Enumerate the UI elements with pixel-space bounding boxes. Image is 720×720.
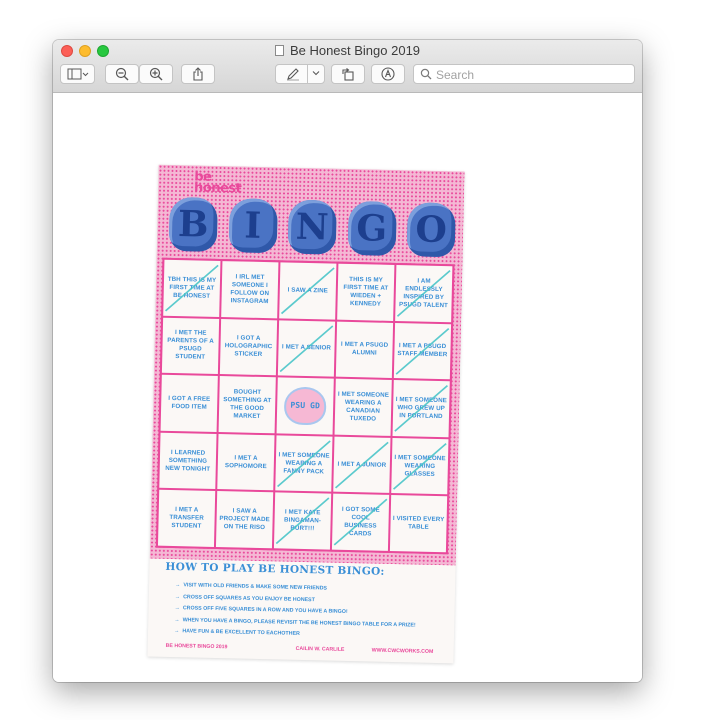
bingo-letter-n: N	[287, 199, 337, 255]
zoom-out-icon	[115, 67, 129, 81]
bingo-square: I SAW A PROJECT MADE ON THE RISO	[215, 491, 274, 549]
sidebar-icon	[67, 68, 88, 80]
bingo-square: THIS IS MY FIRST TIME AT WIEDEN + KENNED…	[337, 263, 395, 321]
free-square-label: PSU GD	[290, 401, 321, 411]
bingo-square-text: I LEARNED SOMETHING NEW TONIGHT	[165, 448, 211, 473]
rule-text: CROSS OFF FIVE SQUARES IN A ROW AND YOU …	[182, 605, 348, 615]
footer-website: WWW.CWCWORKS.COM	[371, 647, 434, 655]
window-title: Be Honest Bingo 2019	[53, 43, 642, 58]
bingo-square-text: I MET SOMEONE WEARING GLASSES	[394, 453, 446, 478]
zoom-in-button[interactable]	[139, 64, 173, 84]
chevron-down-icon	[312, 71, 320, 76]
bingo-square-text: I AM ENDLESSLY INSPIRED BY PSUGD TALENT	[398, 277, 449, 309]
share-button[interactable]	[181, 64, 215, 84]
markup-pen-button[interactable]	[275, 64, 325, 84]
bingo-square: BOUGHT SOMETHING AT THE GOOD MARKET	[218, 376, 276, 434]
search-icon	[420, 68, 432, 80]
document-view: be honest B I N G O TBH THIS IS MY FIRST…	[53, 93, 642, 682]
footer-event: BE HONEST BINGO 2019	[165, 642, 228, 651]
title-bar: Be Honest Bingo 2019	[53, 40, 642, 93]
markup-toolbar-button[interactable]	[371, 64, 405, 84]
bingo-square: I MET A JUNIOR	[333, 436, 391, 494]
bingo-square: I MET SOMEONE WHO GREW UP IN PORTLAND	[392, 380, 450, 438]
bingo-square-text: I MET SOMEONE WHO GREW UP IN PORTLAND	[395, 396, 447, 421]
bingo-square: I AM ENDLESSLY INSPIRED BY PSUGD TALENT	[395, 265, 453, 322]
sidebar-button[interactable]	[60, 64, 95, 84]
bingo-square-text: I GOT SOME COOL BUSINESS CARDS	[341, 506, 380, 538]
bingo-square-text: I MET A TRANSFER STUDENT	[169, 506, 204, 530]
bingo-square: TBH THIS IS MY FIRST TIME AT BE HONEST	[163, 259, 221, 317]
arrow-right-icon: →	[174, 605, 180, 612]
bingo-square-text: I SAW A PROJECT MADE ON THE RISO	[219, 507, 270, 532]
bingo-square-text: I MET A SENIOR	[281, 343, 332, 352]
document-icon	[274, 45, 284, 56]
bingo-square: I MET A SENIOR	[277, 319, 336, 377]
heart-icon: PSU GD	[283, 386, 327, 426]
bingo-square-text: TBH THIS IS MY FIRST TIME AT BE HONEST	[167, 275, 217, 300]
bingo-square: I MET A SOPHOMORE	[217, 433, 275, 491]
arrow-right-icon: →	[174, 616, 180, 623]
bingo-letter-o: O	[406, 202, 456, 258]
rotate-icon	[342, 68, 354, 81]
bingo-square-text: I MET KATE BINGAMAN-BURT!!!	[284, 508, 322, 533]
bingo-square: I VISITED EVERY TABLE	[389, 495, 448, 553]
bingo-letter-i: I	[228, 198, 278, 254]
bingo-free-square: PSU GD	[276, 377, 334, 435]
bingo-square: I GOT SOME COOL BUSINESS CARDS	[331, 494, 390, 551]
bingo-square: I SAW A ZINE	[279, 262, 337, 320]
bingo-letter-b: B	[168, 196, 218, 252]
pen-icon	[287, 68, 299, 81]
bingo-square: I MET SOMEONE WEARING A CANADIAN TUXEDO	[334, 378, 392, 436]
bingo-square: I GOT A FREE FOOD ITEM	[160, 374, 218, 432]
bingo-square-text: I IRL MET SOMEONE I FOLLOW ON INSTAGRAM	[230, 273, 270, 305]
zoom-in-icon	[149, 67, 163, 81]
search-field[interactable]	[413, 64, 635, 84]
bingo-square: I MET A PSUGD STAFF MEMBER	[393, 322, 452, 380]
share-icon	[193, 67, 203, 81]
bingo-square-text: BOUGHT SOMETHING AT THE GOOD MARKET	[223, 388, 272, 420]
bingo-square-text: I SAW A ZINE	[287, 286, 329, 295]
bingo-grid: TBH THIS IS MY FIRST TIME AT BE HONEST I …	[155, 257, 455, 555]
bingo-square: I MET SOMEONE WEARING GLASSES	[391, 437, 449, 495]
bingo-square: I MET THE PARENTS OF A PSUGD STUDENT	[161, 317, 220, 375]
bingo-card: be honest B I N G O TBH THIS IS MY FIRST…	[147, 164, 465, 664]
rotate-button[interactable]	[331, 64, 365, 84]
rule-text: HAVE FUN & BE EXCELLENT TO EACHOTHER	[182, 628, 300, 637]
bingo-square-text: I MET THE PARENTS OF A PSUGD STUDENT	[167, 329, 214, 362]
rules-list: → VISIT WITH OLD FRIENDS & MAKE SOME NEW …	[174, 580, 445, 644]
bingo-square-text: I MET SOMEONE WEARING A FANNY PACK	[278, 450, 330, 476]
bingo-card-header: be honest B I N G O TBH THIS IS MY FIRST…	[149, 164, 465, 566]
bingo-square-text: THIS IS MY FIRST TIME AT WIEDEN + KENNED…	[343, 275, 389, 308]
window-title-text: Be Honest Bingo 2019	[289, 43, 421, 58]
bingo-square-text: I MET A PSUGD STAFF MEMBER	[397, 342, 448, 359]
bingo-square-text: I MET A JUNIOR	[337, 460, 387, 469]
bingo-square: I MET KATE BINGAMAN-BURT!!!	[273, 492, 332, 550]
bingo-square: I LEARNED SOMETHING NEW TONIGHT	[159, 432, 217, 490]
markup-icon	[381, 67, 395, 81]
bingo-square-text: I GOT A HOLOGRAPHIC STICKER	[224, 334, 273, 359]
bingo-square-text: I GOT A FREE FOOD ITEM	[168, 394, 211, 411]
bingo-square-text: I MET SOMEONE WEARING A CANADIAN TUXEDO	[337, 390, 390, 423]
bingo-square: I MET SOMEONE WEARING A FANNY PACK	[275, 435, 333, 492]
arrow-right-icon: →	[174, 593, 181, 600]
bingo-square: I IRL MET SOMEONE I FOLLOW ON INSTAGRAM	[221, 261, 279, 318]
preview-window: Be Honest Bingo 2019 Search be honest B …	[53, 40, 642, 682]
search-input[interactable]	[434, 66, 633, 84]
bingo-square: I GOT A HOLOGRAPHIC STICKER	[219, 318, 278, 376]
brand-line-2: honest	[193, 180, 242, 197]
bingo-letters: B I N G O	[168, 196, 456, 259]
bingo-square-text: I VISITED EVERY TABLE	[392, 515, 445, 532]
arrow-right-icon: →	[173, 628, 180, 635]
zoom-out-button[interactable]	[105, 64, 139, 84]
bingo-square-text: I MET A PSUGD ALUMNI	[340, 341, 389, 357]
rule-text: CROSS OFF SQUARES AS YOU ENJOY BE HONEST	[183, 593, 315, 603]
footer-author: CAILIN W. CARLILE	[295, 645, 345, 653]
bingo-square-text: I MET A SOPHOMORE	[224, 453, 267, 470]
bingo-square: I MET A TRANSFER STUDENT	[157, 490, 216, 547]
bingo-letter-g: G	[347, 200, 397, 256]
arrow-right-icon: →	[175, 582, 181, 589]
be-honest-logo: be honest	[193, 169, 242, 197]
rule-text: VISIT WITH OLD FRIENDS & MAKE SOME NEW F…	[183, 582, 328, 592]
bingo-square: I MET A PSUGD ALUMNI	[335, 321, 394, 379]
